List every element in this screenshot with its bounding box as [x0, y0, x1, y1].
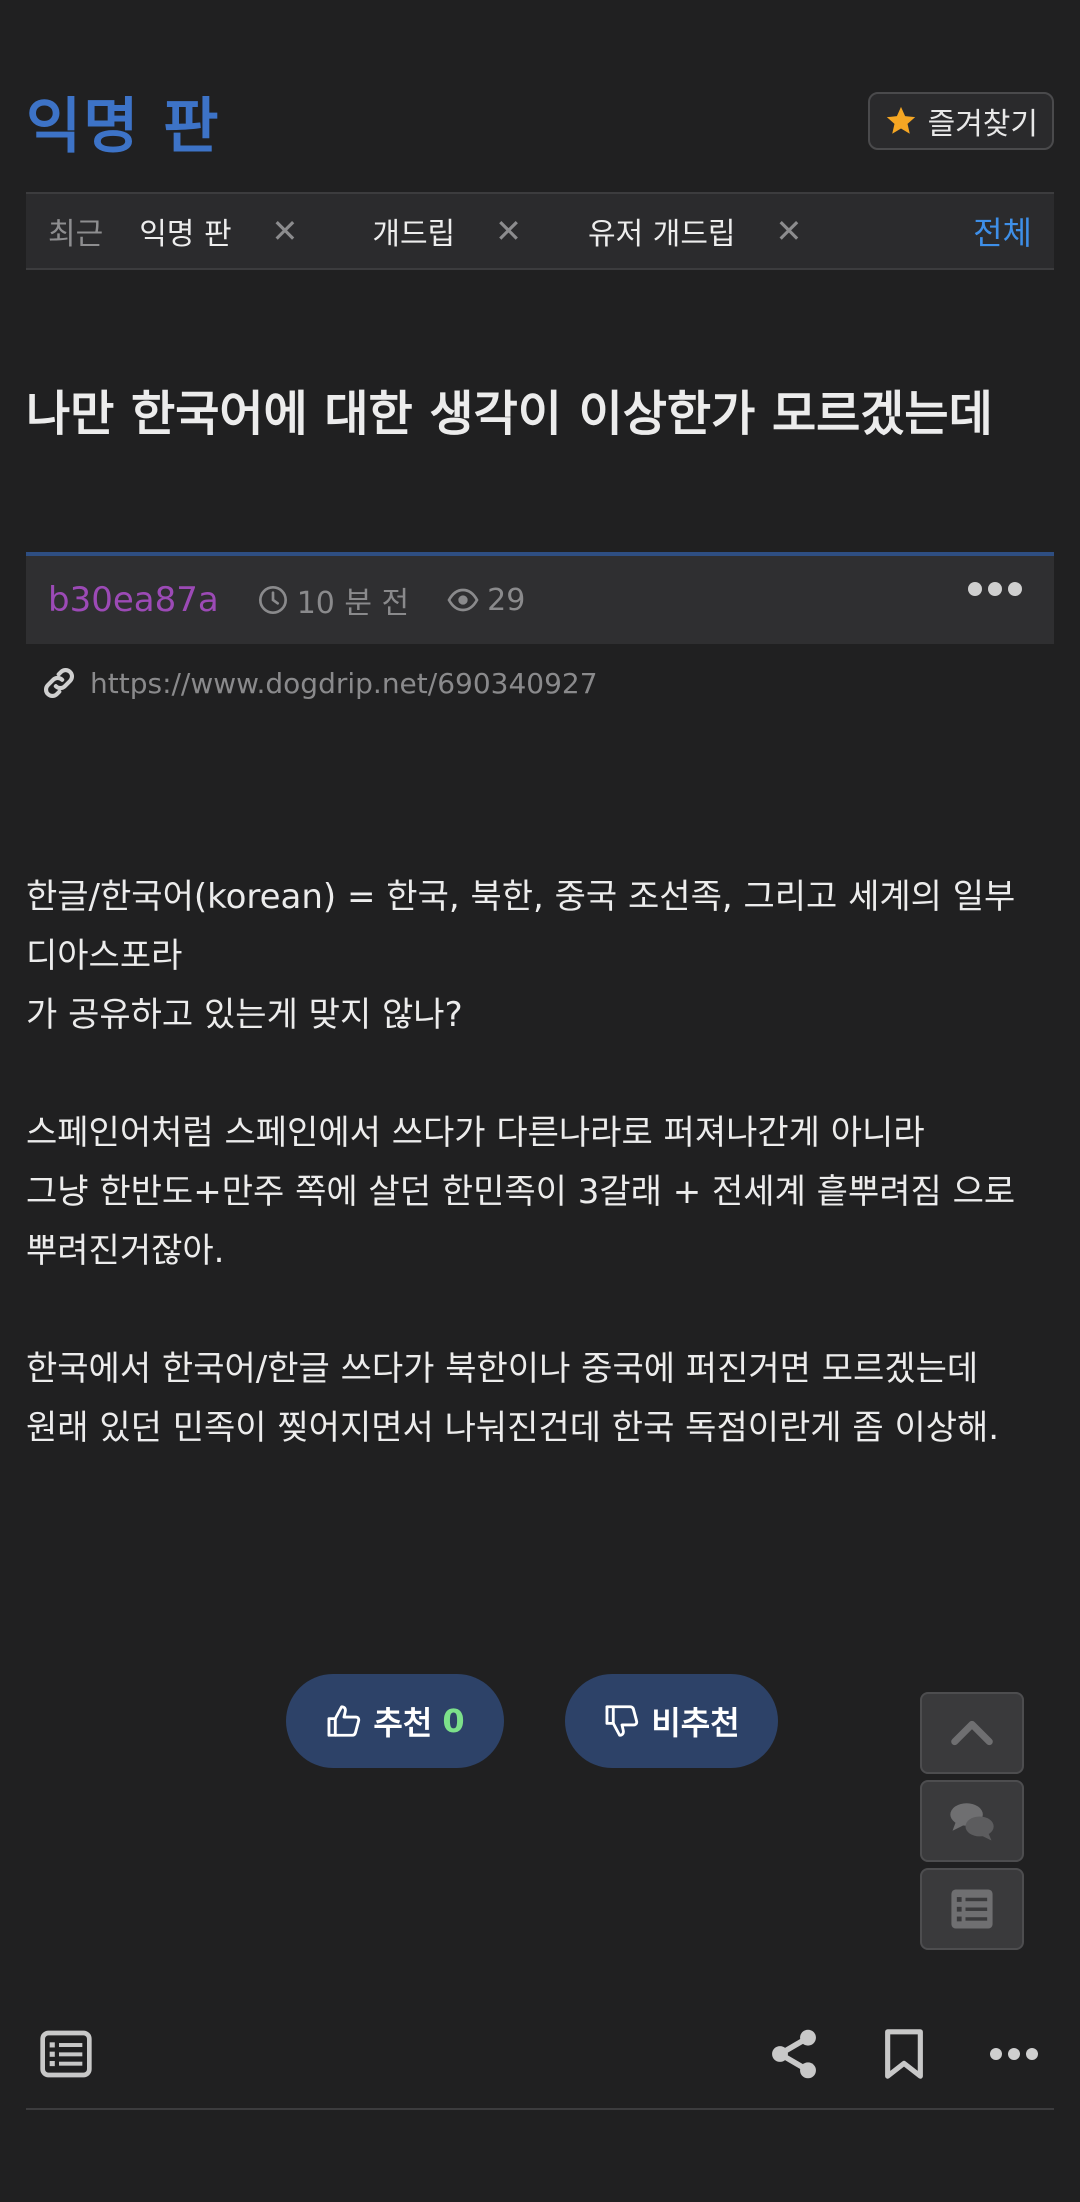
view-count: 29	[487, 582, 526, 618]
close-icon[interactable]: ✕	[776, 212, 803, 250]
body-line: 가 공유하고 있는게 맞지 않나?	[26, 995, 463, 1035]
scroll-top-button[interactable]	[920, 1692, 1024, 1774]
all-link[interactable]: 전체	[973, 208, 1032, 254]
time-ago: 10 분 전	[296, 586, 410, 621]
body-line: 원래 있던 민족이 찢어지면서 나눠진건데 한국 독점이란게 좀 이상해.	[26, 1408, 1000, 1448]
divider	[26, 2108, 1054, 2110]
recent-item-label[interactable]: 개드립	[372, 209, 455, 253]
more-dot	[1026, 2048, 1038, 2060]
share-icon	[772, 2029, 816, 2079]
downvote-label: 비추천	[651, 1704, 740, 1742]
close-icon[interactable]: ✕	[495, 212, 522, 250]
upvote-label: 추천	[373, 1704, 433, 1742]
link-icon	[44, 668, 74, 698]
comments-icon	[950, 1803, 994, 1841]
body-line: 한국에서 한국어/한글 쓰다가 북한이나 중국에 퍼진거면 모르겠는데	[26, 1349, 979, 1389]
favorites-label: 즐겨찾기	[927, 107, 1038, 142]
more-button[interactable]	[986, 2026, 1042, 2082]
more-dot	[1008, 2048, 1020, 2060]
post-time: 10 분 전	[257, 578, 409, 622]
post-url-row[interactable]: https://www.dogdrip.net/690340927	[40, 664, 598, 702]
star-icon	[886, 106, 915, 134]
bookmark-button[interactable]	[876, 2026, 932, 2082]
eye-icon	[447, 588, 479, 612]
post-title: 나만 한국어에 대한 생각이 이상한가 모르겠는데	[26, 386, 993, 442]
author-name[interactable]: b30ea87a	[48, 580, 219, 620]
recent-item[interactable]: 개드립 ✕	[372, 209, 522, 253]
list-icon	[951, 1889, 993, 1929]
downvote-button[interactable]: 비추천	[565, 1674, 778, 1768]
comments-button[interactable]	[920, 1780, 1024, 1862]
body-line: 그냥 한반도+만주 쪽에 살던 한민족이 3갈래 + 전세계 흩뿌려짐 으로 뿌…	[26, 1172, 1016, 1271]
clock-icon	[258, 586, 287, 614]
more-dot	[990, 2048, 1002, 2060]
page: 익명 판 즐겨찾기 최근 익명 판 ✕ 개드립 ✕ 유저 개드립 ✕ 전체 나만…	[0, 0, 1080, 2202]
share-button[interactable]	[766, 2026, 822, 2082]
recent-item-label[interactable]: 익명 판	[139, 209, 231, 253]
thumbs-down-icon	[605, 1705, 639, 1737]
recent-label: 최근	[48, 217, 104, 252]
favorites-button[interactable]: 즐겨찾기	[867, 92, 1054, 150]
recent-bar: 최근 익명 판 ✕ 개드립 ✕ 유저 개드립 ✕ 전체	[26, 192, 1054, 270]
body-line: 스페인어처럼 스페인에서 쓰다가 다른나라로 퍼져나간게 아니라	[26, 1113, 925, 1153]
upvote-count: 0	[442, 1702, 465, 1740]
list-icon	[40, 2030, 92, 2078]
post-url[interactable]: https://www.dogdrip.net/690340927	[90, 667, 598, 700]
more-options-icon[interactable]	[968, 582, 1022, 596]
list-view-button[interactable]	[38, 2026, 94, 2082]
chevron-up-icon	[951, 1720, 993, 1746]
recent-item-label[interactable]: 유저 개드립	[588, 209, 736, 253]
post-list-button[interactable]	[920, 1868, 1024, 1950]
close-icon[interactable]: ✕	[272, 212, 299, 250]
post-meta-bar: b30ea87a 10 분 전 29	[26, 552, 1054, 644]
recent-item[interactable]: 유저 개드립 ✕	[588, 209, 802, 253]
board-title[interactable]: 익명 판	[26, 78, 221, 165]
upvote-button[interactable]: 추천 0	[286, 1674, 504, 1768]
body-line: 한글/한국어(korean) = 한국, 북한, 중국 조선족, 그리고 세계의…	[26, 877, 1016, 976]
post-views: 29	[447, 583, 525, 618]
recent-item[interactable]: 익명 판 ✕	[139, 209, 298, 253]
post-body: 한글/한국어(korean) = 한국, 북한, 중국 조선족, 그리고 세계의…	[26, 868, 1056, 1458]
bookmark-icon	[885, 2029, 923, 2079]
thumbs-up-icon	[327, 1705, 361, 1737]
